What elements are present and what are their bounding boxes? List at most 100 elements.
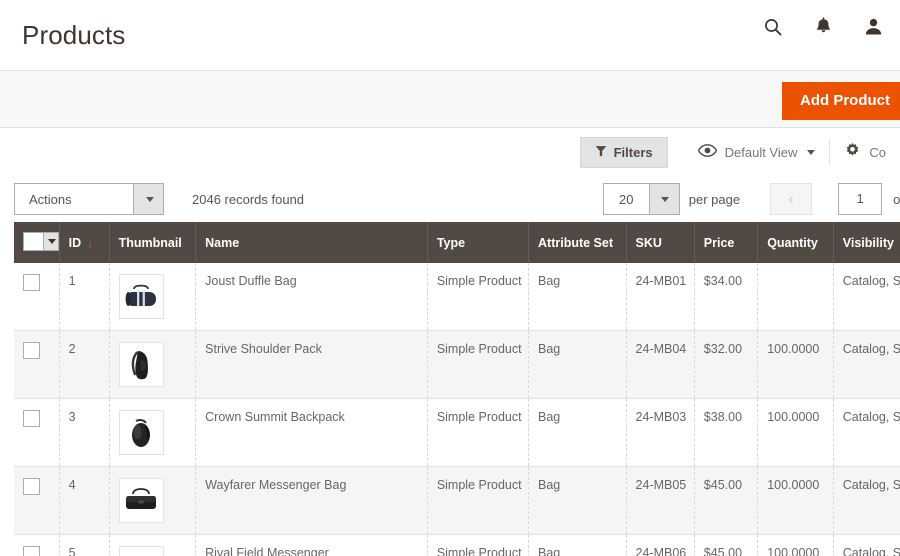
pagination-controls: 20 per page ‹ 1 of 10 xyxy=(602,183,900,215)
account-icon[interactable] xyxy=(860,14,886,40)
cell-attribute-set: Bag xyxy=(528,466,627,535)
cell-thumbnail[interactable] xyxy=(109,398,197,467)
backpack-black-icon xyxy=(118,410,164,455)
cell-visibility: Catalog, Search xyxy=(833,330,900,399)
chevron-down-icon xyxy=(807,149,816,155)
per-page-select[interactable]: 20 xyxy=(602,183,680,215)
cell-quantity: 100.0000 xyxy=(757,330,834,399)
cell-name: Strive Shoulder Pack xyxy=(195,330,428,399)
cell-id: 5 xyxy=(59,534,110,556)
cell-price: $38.00 xyxy=(694,398,759,467)
select-all-checkbox[interactable] xyxy=(24,233,43,250)
row-checkbox[interactable] xyxy=(23,546,40,556)
cell-id: 4 xyxy=(59,466,110,535)
row-checkbox-cell[interactable] xyxy=(14,263,60,331)
cell-price: $34.00 xyxy=(694,263,759,331)
column-header-quantity[interactable]: Quantity xyxy=(757,222,834,263)
cell-type: Simple Product xyxy=(427,534,530,556)
grid-actions-row: Actions 2046 records found 20 per page ‹… xyxy=(0,176,900,222)
chevron-down-icon xyxy=(648,184,679,214)
filters-label: Filters xyxy=(613,144,653,160)
cell-name: Crown Summit Backpack xyxy=(195,398,428,467)
cell-sku: 24-MB04 xyxy=(626,330,695,399)
total-pages-label: of 10 xyxy=(893,191,900,207)
cell-quantity: 100.0000 xyxy=(757,466,834,535)
table-row[interactable]: 3 Crown Summit Backpack Simple Product Bag 2… xyxy=(14,398,900,467)
table-row[interactable]: 1 Joust Duffle Bag Simple Product Bag 24-MB0… xyxy=(14,263,900,331)
row-checkbox-cell[interactable] xyxy=(14,398,60,467)
column-header-sku[interactable]: SKU xyxy=(626,222,695,263)
cell-visibility: Catalog, Search xyxy=(833,398,900,467)
notifications-icon[interactable] xyxy=(810,14,836,40)
records-found-text: 2046 records found xyxy=(192,191,305,207)
columns-selector[interactable]: Co xyxy=(844,142,886,162)
cell-type: Simple Product xyxy=(427,330,530,399)
table-header: ID ↓ Thumbnail Name Type Attribute Set SK… xyxy=(14,222,900,263)
chevron-down-icon[interactable] xyxy=(43,233,58,250)
cell-name: Wayfarer Messenger Bag xyxy=(195,466,428,535)
row-checkbox-cell[interactable] xyxy=(14,330,60,399)
filter-funnel-icon xyxy=(595,145,607,160)
mass-actions-select[interactable]: Actions xyxy=(14,183,164,215)
cell-type: Simple Product xyxy=(427,263,530,331)
mass-actions-label: Actions xyxy=(29,191,72,207)
cell-price: $45.00 xyxy=(694,534,759,556)
cell-thumbnail[interactable] xyxy=(109,466,197,535)
table-row[interactable]: 5 Rival Field Messenger Simple Product Bag 2… xyxy=(14,534,900,556)
products-table: ID ↓ Thumbnail Name Type Attribute Set SK… xyxy=(14,222,900,556)
cell-sku: 24-MB03 xyxy=(626,398,695,467)
cell-quantity: 100.0000 xyxy=(757,534,834,556)
column-header-attribute-set[interactable]: Attribute Set xyxy=(528,222,627,263)
table-body: 1 Joust Duffle Bag Simple Product Bag 24-MB0… xyxy=(14,263,900,556)
column-header-id-label: ID xyxy=(68,235,82,250)
column-header-checkbox[interactable] xyxy=(14,222,60,263)
grid-scroll-area: ID ↓ Thumbnail Name Type Attribute Set SK… xyxy=(0,222,900,556)
cell-id: 3 xyxy=(59,398,110,467)
toolbar-divider xyxy=(829,139,831,165)
table-row[interactable]: 4 Wayfarer Messenger Bag Simple Product Bag… xyxy=(14,466,900,535)
column-header-name[interactable]: Name xyxy=(195,222,428,263)
search-icon[interactable] xyxy=(760,14,786,40)
shoulder-pack-black-icon xyxy=(118,342,164,387)
column-header-visibility[interactable]: Visibility xyxy=(833,222,900,263)
cell-visibility: Catalog, Search xyxy=(833,263,900,331)
page-actions-bar: Add Product xyxy=(0,70,900,128)
chevron-down-icon xyxy=(133,184,163,214)
column-header-price[interactable]: Price xyxy=(694,222,759,263)
row-checkbox[interactable] xyxy=(23,342,40,359)
per-page-label: per page xyxy=(688,191,741,207)
previous-page-button[interactable]: ‹ xyxy=(770,183,813,215)
column-header-type[interactable]: Type xyxy=(427,222,530,263)
row-checkbox-cell[interactable] xyxy=(14,466,60,535)
cell-price: $32.00 xyxy=(694,330,759,399)
cell-thumbnail[interactable] xyxy=(109,330,197,399)
cell-thumbnail[interactable] xyxy=(109,263,197,331)
select-all-dropdown[interactable] xyxy=(23,232,59,251)
cell-price: $45.00 xyxy=(694,466,759,535)
default-view-label: Default View xyxy=(724,144,798,160)
table-header-row: ID ↓ Thumbnail Name Type Attribute Set SK… xyxy=(14,222,900,263)
cell-attribute-set: Bag xyxy=(528,398,627,467)
add-product-button[interactable]: Add Product xyxy=(782,82,900,120)
table-row[interactable]: 2 Strive Shoulder Pack Simple Product Bag 24… xyxy=(14,330,900,399)
current-page-input[interactable]: 1 xyxy=(838,183,883,215)
column-header-id[interactable]: ID ↓ xyxy=(59,222,110,263)
cell-quantity xyxy=(757,263,834,331)
cell-attribute-set: Bag xyxy=(528,534,627,556)
cell-thumbnail[interactable] xyxy=(109,534,197,556)
cell-name: Joust Duffle Bag xyxy=(195,263,428,331)
products-grid-page: Products Add Product Filters Default Vie… xyxy=(0,0,900,556)
gear-icon xyxy=(844,142,861,162)
messenger-bag-black-icon xyxy=(118,478,164,523)
row-checkbox[interactable] xyxy=(23,478,40,495)
row-checkbox-cell[interactable] xyxy=(14,534,60,556)
cell-visibility: Catalog, Search xyxy=(833,466,900,535)
eye-icon xyxy=(697,144,717,160)
row-checkbox[interactable] xyxy=(23,274,40,291)
column-header-thumbnail[interactable]: Thumbnail xyxy=(109,222,197,263)
row-checkbox[interactable] xyxy=(23,410,40,427)
filters-button[interactable]: Filters xyxy=(579,136,668,168)
field-messenger-gray-icon xyxy=(118,546,164,556)
default-view-selector[interactable]: Default View xyxy=(697,144,816,160)
cell-sku: 24-MB05 xyxy=(626,466,695,535)
